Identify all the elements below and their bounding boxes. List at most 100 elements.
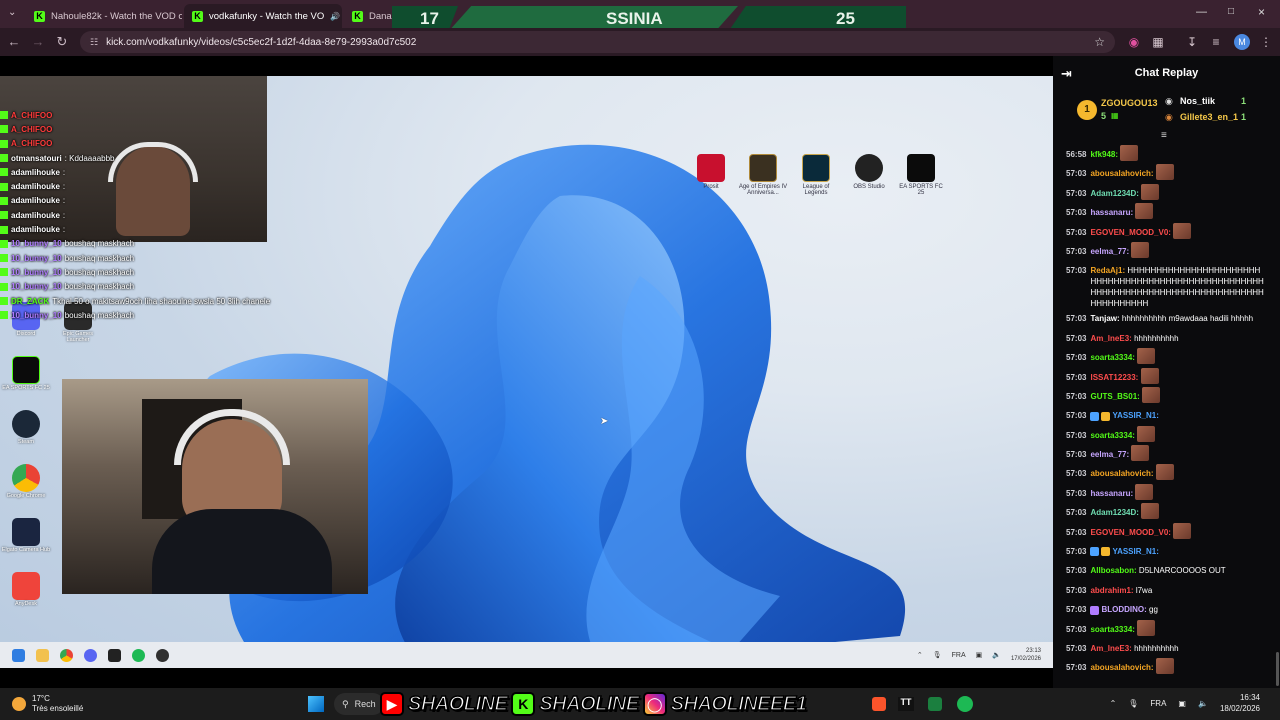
extensions-puzzle-icon[interactable]: ▦ — [1150, 34, 1166, 50]
emote-icon — [1141, 183, 1160, 200]
address-bar[interactable]: ☷ kick.com/vodkafunky/videos/c5c5ec2f-1d… — [80, 31, 1115, 53]
chat-username[interactable]: Am_lneE3: — [1090, 334, 1131, 343]
chat-timestamp: 57:03 — [1066, 333, 1087, 343]
bookmark-star-icon[interactable]: ☆ — [1094, 35, 1105, 49]
emote-icon — [1120, 145, 1139, 161]
chat-username[interactable]: ISSAT12233: — [1090, 373, 1138, 382]
chat-username[interactable]: abousalahovich: — [1090, 470, 1153, 479]
chat-message: 57:03 Tanjaw: hhhhhhhhhh m9awdaaa hadili … — [1066, 309, 1266, 328]
chat-username[interactable]: Am_lneE3: — [1090, 644, 1131, 653]
fc-icon[interactable] — [907, 154, 935, 182]
network-icon[interactable]: ▣ — [1178, 699, 1186, 708]
chat-username[interactable]: Adam1234D: — [1090, 508, 1138, 517]
os-taskbar: 17°C Très ensoleillé ⚲ Rech ▶ SHAOLINE K… — [0, 688, 1280, 720]
extension-shield-icon[interactable]: ◉ — [1126, 34, 1142, 50]
chat-replay-panel: ⇥ Chat Replay 1 ZGOUGOU13 5 ▦ ◉ Nos_tiik… — [1053, 56, 1280, 688]
taskbar-search[interactable]: ⚲ Rech — [334, 693, 384, 715]
reading-list-icon[interactable]: ≡ — [1208, 34, 1224, 50]
volume-icon[interactable]: 🔈 — [1198, 699, 1208, 708]
expand-leaderboard-icon[interactable]: ≡ — [1161, 130, 1167, 141]
instagram-icon: ◯ — [642, 692, 667, 716]
chat-username[interactable]: YASSIR_N1: — [1112, 547, 1158, 556]
stream-chat-user: A_CHIFOO — [11, 110, 53, 120]
kick-badge-icon — [0, 239, 8, 248]
tray-lang[interactable]: FRA — [1150, 699, 1166, 708]
close-window-icon[interactable]: × — [1258, 5, 1265, 19]
fc-icon[interactable] — [12, 356, 40, 384]
chrome-icon — [60, 649, 73, 662]
app-icon-red[interactable] — [697, 154, 725, 182]
chrome-icon[interactable] — [12, 464, 40, 492]
chat-username[interactable]: BLODDINO: — [1101, 605, 1146, 614]
chat-username[interactable]: Tanjaw: — [1090, 314, 1119, 323]
desktop-icon-label: Discord — [16, 331, 36, 337]
tab-nahoule[interactable]: K Nahoule82k - Watch the VOD o × — [26, 4, 182, 28]
emote-icon — [1137, 619, 1156, 636]
lol-icon[interactable] — [802, 154, 830, 182]
windows-start-icon[interactable] — [308, 696, 324, 712]
chat-username[interactable]: abousalahovich: — [1090, 170, 1153, 179]
chat-username[interactable]: hassanaru: — [1090, 489, 1133, 498]
brave-icon[interactable] — [872, 697, 886, 711]
mic-icon[interactable]: 🎙 — [1128, 699, 1138, 708]
collapse-chat-icon[interactable]: ⇥ — [1061, 66, 1072, 82]
chat-username[interactable]: soarta3334: — [1090, 353, 1134, 362]
elgato-icon[interactable] — [12, 518, 40, 546]
stream-chat-line: 10_bunny_10 boushaq maskhach — [0, 280, 300, 294]
forward-icon[interactable]: → — [26, 34, 50, 49]
chat-username[interactable]: YASSIR_N1: — [1112, 411, 1158, 420]
spotify-icon[interactable] — [957, 696, 973, 712]
chat-username[interactable]: Allbosabon: — [1090, 566, 1136, 575]
chat-message: 57:03 Adam1234D: — [1066, 503, 1266, 522]
maximize-icon[interactable]: □ — [1228, 6, 1234, 17]
chat-username[interactable]: Adam1234D: — [1090, 189, 1138, 198]
chat-username[interactable]: abousalahovich: — [1090, 663, 1153, 672]
right-score: 25 — [836, 9, 855, 28]
more-menu-icon[interactable]: ⋮ — [1258, 34, 1274, 50]
profile-avatar[interactable]: M — [1234, 34, 1250, 50]
kick-handle: SHAOLINE — [539, 692, 640, 716]
top-gifter-name[interactable]: ZGOUGOU13 — [1101, 98, 1158, 108]
back-icon[interactable]: ← — [2, 34, 26, 49]
desktop-icon-label: EA SPORTS FC 25 — [899, 184, 943, 196]
chat-username[interactable]: RedaAj1: — [1090, 266, 1125, 275]
steam-icon[interactable] — [12, 410, 40, 438]
reload-icon[interactable]: ↻ — [50, 34, 74, 50]
chat-username[interactable]: abdrahim1: — [1090, 586, 1133, 595]
third-gifter-name[interactable]: Gillete3_en_1 — [1180, 112, 1238, 122]
chat-username[interactable]: soarta3334: — [1090, 625, 1134, 634]
chat-username[interactable]: hassanaru: — [1090, 208, 1133, 217]
stream-chat-text: boushaq maskhach — [64, 282, 135, 292]
chat-username[interactable]: EGOVEN_MOOD_V0: — [1090, 528, 1170, 537]
system-clock[interactable]: 16:34 18/02/2026 — [1220, 692, 1260, 714]
aoe-icon[interactable] — [749, 154, 777, 182]
chat-message: 57:03 hassanaru: — [1066, 203, 1266, 222]
chevron-up-icon[interactable]: ⌃ — [1110, 699, 1117, 708]
minimize-icon[interactable]: — — [1196, 6, 1207, 18]
streamed-taskbar: ⌃ 🎙 FRA ▣ 🔈 23:13 17/02/2026 — [0, 642, 1053, 668]
emote-icon — [1142, 386, 1161, 403]
anydesk-icon[interactable] — [12, 572, 40, 600]
tab-search-icon[interactable]: ⌄ — [8, 7, 16, 18]
speaker-icon[interactable]: 🔊 — [330, 12, 340, 21]
obs-icon[interactable] — [855, 154, 883, 182]
download-icon[interactable]: ↧ — [1184, 34, 1200, 50]
chat-username[interactable]: kfk948: — [1090, 150, 1118, 159]
chat-scrollbar[interactable] — [1276, 652, 1279, 686]
stream-chat-user: 10_bunny_10 — [11, 267, 62, 277]
tab-vodkafunky[interactable]: K vodkafunky - Watch the VO 🔊 × — [184, 4, 342, 28]
app-green-icon[interactable] — [928, 697, 942, 711]
tiktok-studio-icon[interactable]: TT — [898, 697, 914, 711]
chat-username[interactable]: GUTS_BS01: — [1090, 392, 1139, 401]
chat-username[interactable]: EGOVEN_MOOD_V0: — [1090, 228, 1170, 237]
chat-message: 57:03 YASSIR_N1: — [1066, 406, 1266, 425]
chat-username[interactable]: eelma_77: — [1090, 450, 1129, 459]
second-gifter-name[interactable]: Nos_tiik — [1180, 96, 1215, 106]
gift-leaderboard: 1 ZGOUGOU13 5 ▦ ◉ Nos_tiik 1 ◉ Gillete3_… — [1061, 92, 1273, 134]
stream-chat-overlay: A_CHIFOO A_CHIFOO A_CHIFOO otmansatouri: Kd… — [0, 108, 300, 322]
site-info-icon[interactable]: ☷ — [90, 37, 98, 48]
video-player[interactable]: Prosit Age of Empires IV Anniversa... Le… — [0, 56, 1053, 688]
chat-username[interactable]: soarta3334: — [1090, 431, 1134, 440]
chat-username[interactable]: eelma_77: — [1090, 247, 1129, 256]
weather-widget[interactable]: 17°C Très ensoleillé — [12, 694, 83, 714]
